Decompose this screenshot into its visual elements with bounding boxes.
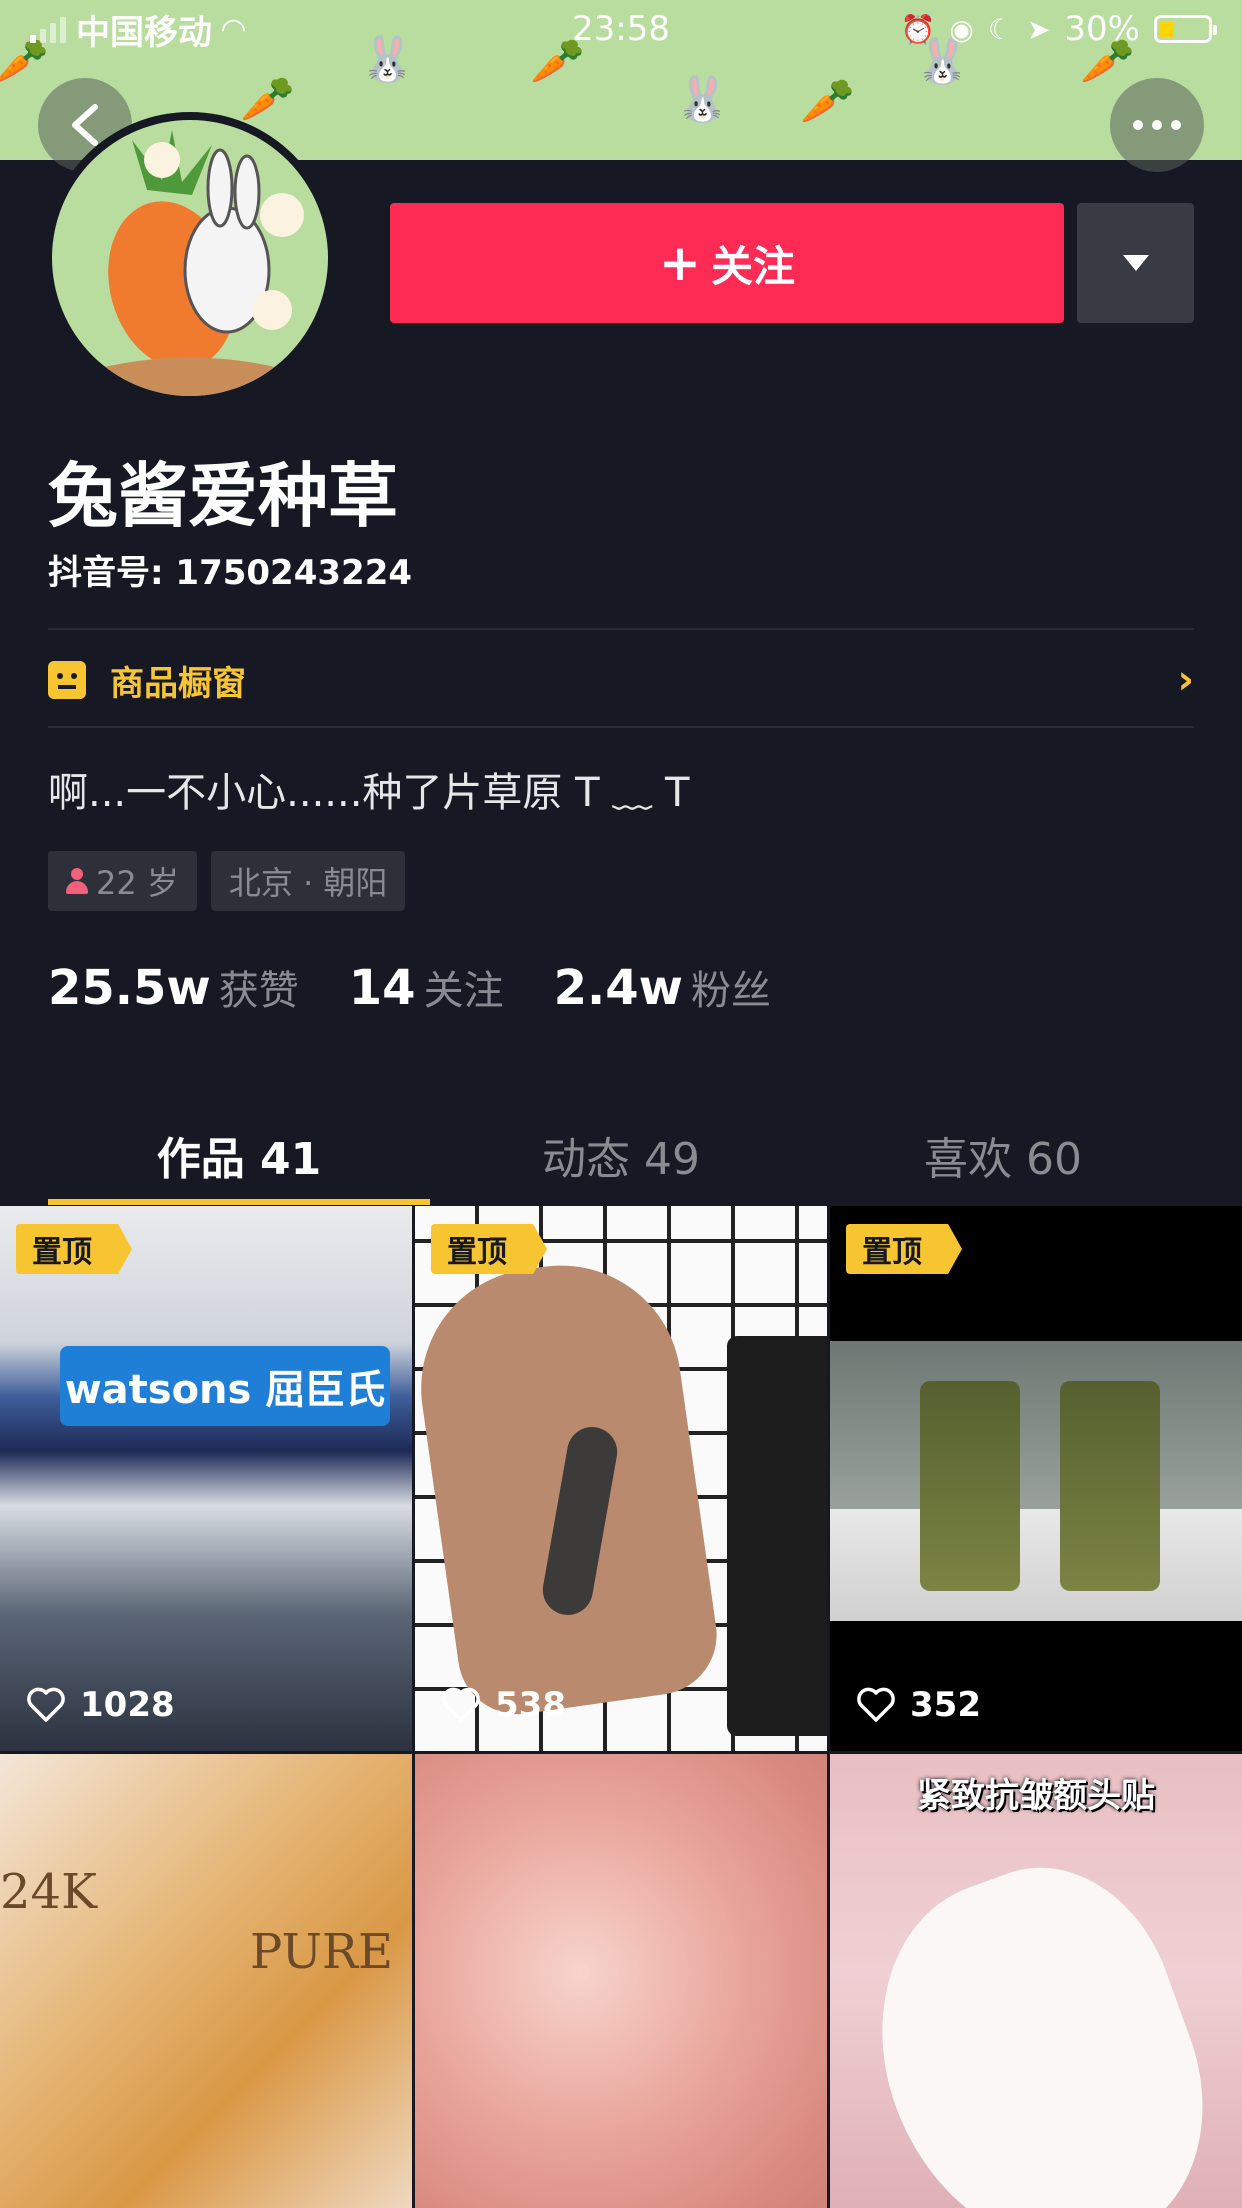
shop-icon — [48, 661, 86, 699]
pinned-badge: 置顶 — [431, 1224, 547, 1274]
moon-icon: ☾ — [987, 12, 1013, 46]
profile-stats: 25.5w 获赞 14 关注 2.4w 粉丝 — [48, 958, 771, 1016]
store-sign: watsons 屈臣氏 — [60, 1346, 390, 1426]
like-count-value: 352 — [910, 1685, 981, 1725]
pinned-badge: 置顶 — [846, 1224, 962, 1274]
like-count: 538 — [441, 1685, 566, 1725]
pinned-badge: 置顶 — [16, 1224, 132, 1274]
shop-window-label: 商品橱窗 — [110, 663, 246, 704]
product-bottle — [1060, 1381, 1160, 1591]
nickname: 兔酱爱种草 — [48, 455, 398, 537]
divider — [48, 726, 1194, 728]
more-button[interactable] — [1110, 78, 1204, 172]
video-thumbnail[interactable] — [415, 1754, 827, 2208]
video-thumbnail[interactable]: watsons 屈臣氏 置顶 1028 — [0, 1206, 412, 1751]
carrier-label: 中国移动 — [76, 12, 212, 53]
stat-likes: 25.5w 获赞 — [48, 958, 299, 1016]
age-tag-label: 22 岁 — [96, 864, 179, 902]
forehead-patch-image — [834, 1834, 1242, 2208]
female-icon — [66, 868, 88, 894]
product-bottle — [727, 1336, 827, 1736]
status-time: 23:58 — [572, 9, 670, 49]
more-icon — [1133, 120, 1181, 130]
location-icon: ➤ — [1026, 12, 1051, 46]
stat-number: 25.5w — [48, 960, 211, 1016]
signal-icon — [30, 15, 66, 43]
avatar-image — [52, 120, 328, 396]
profile-tabs: 作品 41 动态 49 喜欢 60 — [48, 1105, 1194, 1205]
location-tag: 北京 · 朝阳 — [210, 851, 406, 911]
stat-number: 2.4w — [553, 960, 683, 1016]
video-thumbnail[interactable]: 24K PURE — [0, 1754, 412, 2208]
stat-following[interactable]: 14 关注 — [349, 958, 504, 1016]
like-count: 352 — [856, 1685, 981, 1725]
plus-icon: + — [659, 234, 701, 292]
like-count-value: 538 — [495, 1685, 566, 1725]
battery-percent: 30% — [1064, 9, 1140, 49]
stat-label: 获赞 — [218, 968, 299, 1014]
video-thumbnail[interactable]: 置顶 352 — [830, 1206, 1242, 1751]
profile-tags: 22 岁 北京 · 朝阳 — [48, 851, 406, 911]
heart-icon — [857, 1687, 895, 1722]
bio: 啊...一不小心......种了片草原 T ﹏ T — [48, 770, 690, 816]
status-bar: 中国移动 ◠ 23:58 ⏰ ◉ ☾ ➤ 30% — [0, 0, 1242, 58]
shelf-image — [830, 1341, 1242, 1621]
carrot-bunny-illustration — [92, 130, 304, 396]
alarm-icon: ⏰ — [900, 12, 936, 46]
video-thumbnail[interactable]: 置顶 538 — [415, 1206, 827, 1751]
tab-works[interactable]: 作品 41 — [48, 1105, 430, 1205]
follow-button-label: 关注 — [710, 241, 795, 291]
product-bottle — [920, 1381, 1020, 1591]
recommend-dropdown-button[interactable] — [1077, 203, 1194, 323]
video-caption: 紧致抗皱额头贴 — [917, 1776, 1155, 1816]
chevron-right-icon: › — [1177, 657, 1194, 703]
shop-window-row[interactable]: 商品橱窗 › — [48, 632, 1194, 728]
tab-dynamics[interactable]: 动态 49 — [430, 1105, 812, 1205]
location-tag-label: 北京 · 朝阳 — [228, 864, 388, 902]
wifi-icon: ◠ — [222, 11, 246, 47]
video-grid: watsons 屈臣氏 置顶 1028 置顶 538 置顶 352 24K PU… — [0, 1206, 1242, 2208]
avatar[interactable] — [44, 112, 336, 404]
rotation-lock-icon: ◉ — [949, 12, 974, 46]
like-count: 1028 — [26, 1685, 175, 1725]
stat-number: 14 — [348, 960, 416, 1016]
age-tag: 22 岁 — [48, 851, 197, 911]
dropdown-icon — [1122, 255, 1149, 271]
follow-button[interactable]: + 关注 — [390, 203, 1064, 323]
video-thumbnail[interactable]: 紧致抗皱额头贴 — [830, 1754, 1242, 2208]
heart-icon — [27, 1687, 65, 1722]
battery-icon — [1154, 15, 1217, 43]
carrot-decoration: 🥕 — [240, 74, 295, 125]
bottle-label: PURE — [250, 1924, 394, 1980]
stat-label: 粉丝 — [690, 968, 771, 1014]
douyin-id: 抖音号: 1750243224 — [48, 553, 413, 593]
bottle-label: 24K — [0, 1864, 97, 1920]
stat-label: 关注 — [423, 968, 504, 1014]
like-count-value: 1028 — [80, 1685, 175, 1725]
heart-icon — [442, 1687, 480, 1722]
carrot-decoration: 🥕 — [800, 76, 855, 127]
divider — [48, 628, 1194, 630]
stat-followers[interactable]: 2.4w 粉丝 — [554, 958, 771, 1016]
bunny-decoration: 🐰 — [675, 74, 730, 125]
tab-likes[interactable]: 喜欢 60 — [812, 1105, 1194, 1205]
back-icon — [72, 104, 98, 146]
